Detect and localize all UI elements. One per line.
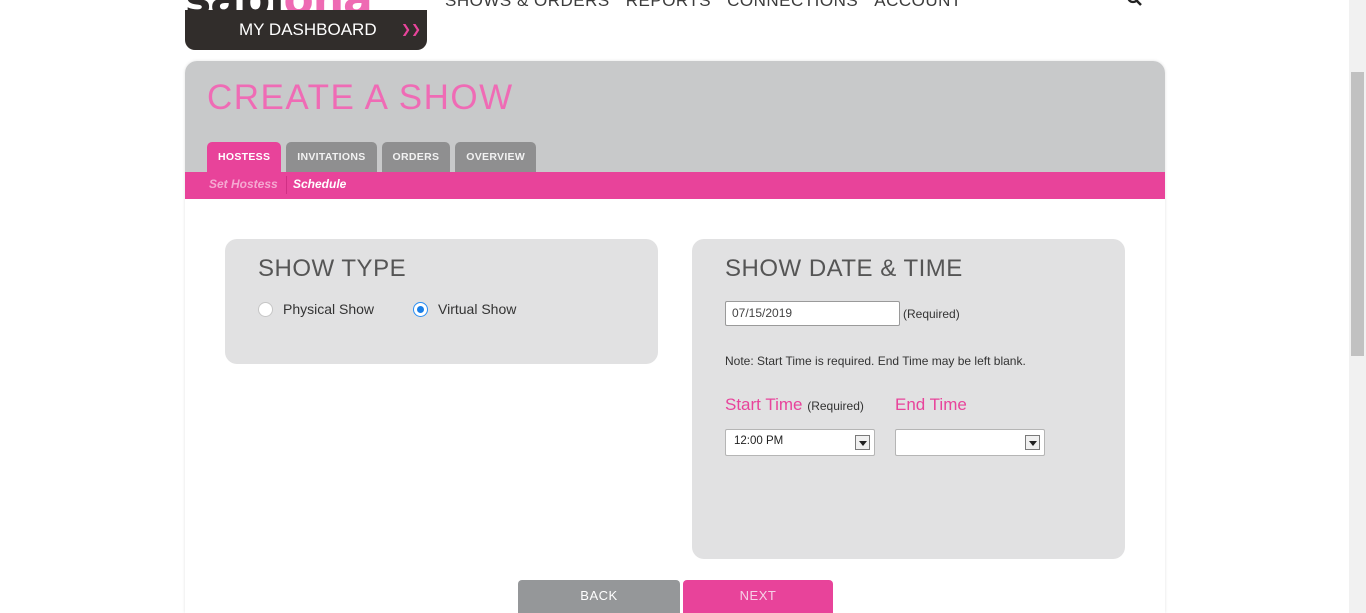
next-button[interactable]: NEXT bbox=[683, 580, 833, 613]
panel-header: CREATE A SHOW HOSTESS INVITATIONS ORDERS… bbox=[185, 61, 1165, 172]
back-button[interactable]: BACK bbox=[518, 580, 680, 613]
virtual-show-radio[interactable] bbox=[413, 301, 428, 317]
page-scrollbar[interactable] bbox=[1349, 0, 1366, 613]
search-icon[interactable] bbox=[1127, 0, 1143, 8]
logo[interactable]: sabiona bbox=[185, 0, 425, 10]
dropdown-arrow-icon[interactable] bbox=[855, 435, 870, 450]
chevron-down-icon: ❯❯ bbox=[401, 22, 422, 36]
time-note: Note: Start Time is required. End Time m… bbox=[725, 354, 1026, 368]
physical-show-label[interactable]: Physical Show bbox=[283, 301, 374, 317]
tab-hostess[interactable]: HOSTESS bbox=[207, 142, 282, 172]
subnav-divider bbox=[286, 176, 287, 194]
logo-part-1: sabi bbox=[185, 0, 284, 10]
top-nav: SHOWS & ORDERS REPORTS CONNECTIONS ACCOU… bbox=[445, 0, 962, 11]
page-title: CREATE A SHOW bbox=[207, 78, 514, 117]
nav-shows-orders[interactable]: SHOWS & ORDERS bbox=[445, 0, 610, 11]
my-dashboard-button[interactable]: MY DASHBOARD ❯❯ bbox=[185, 10, 427, 50]
nav-connections[interactable]: CONNECTIONS bbox=[727, 0, 858, 11]
show-date-title: SHOW DATE & TIME bbox=[725, 255, 963, 282]
dropdown-arrow-icon[interactable] bbox=[1025, 435, 1040, 450]
scrollbar-thumb[interactable] bbox=[1351, 72, 1364, 356]
show-date-input[interactable]: 07/15/2019 bbox=[725, 301, 900, 326]
end-time-label: End Time bbox=[895, 395, 967, 414]
tab-invitations[interactable]: INVITATIONS bbox=[286, 142, 377, 172]
create-show-panel: CREATE A SHOW HOSTESS INVITATIONS ORDERS… bbox=[185, 61, 1165, 613]
nav-account[interactable]: ACCOUNT bbox=[874, 0, 962, 11]
start-time-label: Start Time (Required) bbox=[725, 395, 864, 415]
start-time-text: Start Time bbox=[725, 395, 803, 414]
physical-show-radio[interactable] bbox=[258, 301, 273, 317]
wizard-tabs: HOSTESS INVITATIONS ORDERS OVERVIEW bbox=[207, 142, 537, 172]
show-type-card: SHOW TYPE Physical Show Virtual Show bbox=[225, 239, 658, 364]
physical-show-option[interactable]: Physical Show bbox=[258, 301, 374, 317]
start-time-select[interactable]: 12:00 PM bbox=[725, 429, 875, 456]
end-time-select[interactable] bbox=[895, 429, 1045, 456]
date-required-note: (Required) bbox=[903, 307, 960, 321]
subnav-schedule[interactable]: Schedule bbox=[293, 177, 346, 191]
my-dashboard-label: MY DASHBOARD bbox=[239, 20, 377, 39]
start-time-value: 12:00 PM bbox=[734, 435, 784, 447]
nav-reports[interactable]: REPORTS bbox=[626, 0, 711, 11]
show-type-title: SHOW TYPE bbox=[258, 255, 407, 282]
tab-orders[interactable]: ORDERS bbox=[381, 142, 451, 172]
tab-overview[interactable]: OVERVIEW bbox=[455, 142, 537, 172]
start-time-required: (Required) bbox=[807, 399, 864, 413]
show-date-time-card: SHOW DATE & TIME 07/15/2019 (Required) N… bbox=[692, 239, 1125, 559]
sub-navigation: Set Hostess Schedule bbox=[185, 172, 1165, 199]
logo-part-2: ona bbox=[283, 0, 372, 10]
virtual-show-label[interactable]: Virtual Show bbox=[438, 301, 516, 317]
subnav-set-hostess[interactable]: Set Hostess bbox=[209, 177, 278, 191]
virtual-show-option[interactable]: Virtual Show bbox=[413, 301, 516, 317]
